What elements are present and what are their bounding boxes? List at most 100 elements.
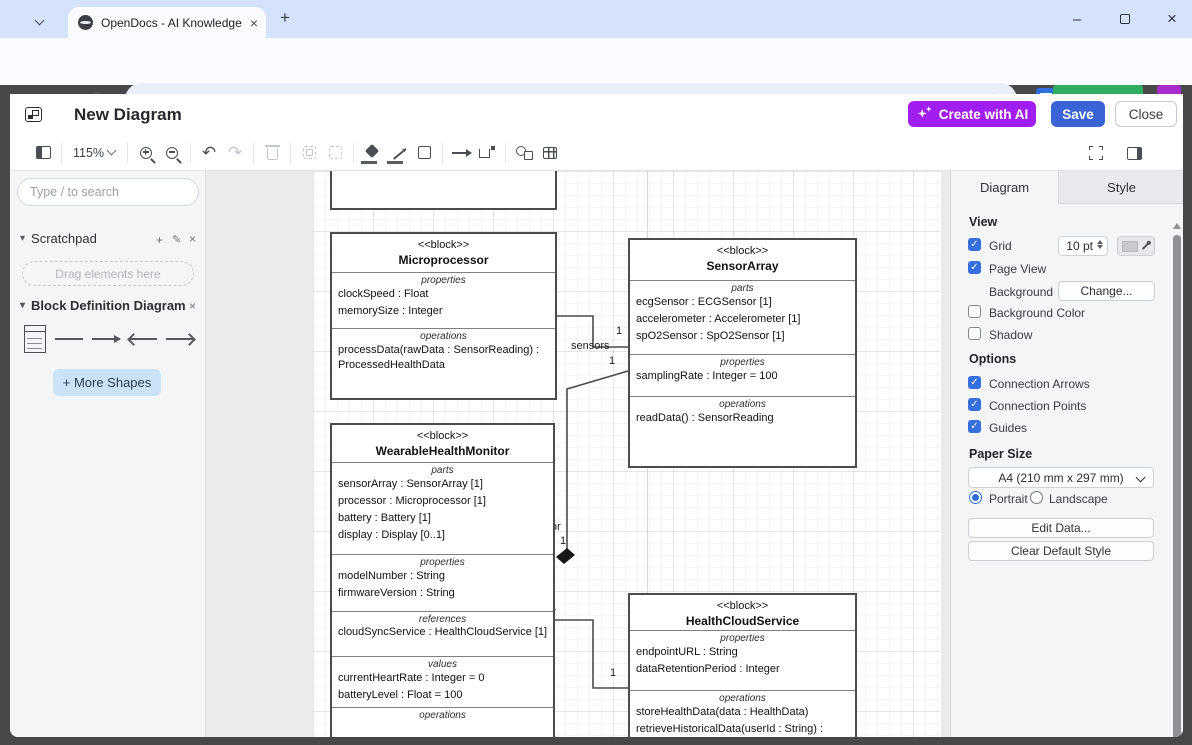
paper-size-select[interactable]: A4 (210 mm x 297 mm) [968,467,1154,488]
scratchpad-edit-icon[interactable]: ✎ [172,233,181,246]
edit-data-button[interactable]: Edit Data... [968,518,1154,538]
part-line: sensorArray : SensorArray [1] [332,476,553,493]
fullscreen-icon[interactable] [1083,141,1109,165]
page-view-checkbox[interactable]: ✓ [968,261,981,274]
block-stereotype: <<block>> [630,245,855,257]
block-shape-icon[interactable] [24,325,46,353]
fill-color-icon[interactable] [359,141,385,165]
block-wearablehealthmonitor[interactable]: <<block>> WearableHealthMonitor parts se… [330,423,555,737]
value-line: batteryLevel : Float = 100 [332,687,553,704]
grid-checkbox[interactable]: ✓ [968,238,981,251]
page-title: New Diagram [74,105,182,125]
collapse-caret-icon[interactable]: ▾ [20,233,25,244]
scratchpad-add-icon[interactable]: + [156,233,163,247]
portrait-label: Portrait [989,492,1028,506]
palette-header[interactable]: ▾ Block Definition Diagram [20,298,186,313]
section-header: values [332,659,553,670]
block-name: HealthCloudService [630,614,855,628]
tab-search-icon[interactable] [36,11,43,29]
grid-color-button[interactable] [1117,236,1155,256]
connection-arrows-checkbox[interactable]: ✓ [968,376,981,389]
window-maximize-button[interactable] [1110,0,1140,38]
section-header: parts [630,283,855,294]
tab-close-icon[interactable]: × [250,15,258,31]
toggle-sidebar-icon[interactable] [30,141,56,165]
browser-tab[interactable]: OpenDocs - AI Knowledge Base × [68,7,266,38]
create-with-ai-button[interactable]: Create with AI [908,101,1036,127]
landscape-radio[interactable] [1030,491,1043,504]
elbow-connector-icon[interactable] [474,141,500,165]
scratchpad-dropzone[interactable]: Drag elements here [22,261,194,286]
background-change-button[interactable]: Change... [1058,281,1155,301]
new-tab-button[interactable]: + [280,8,290,28]
toggle-right-panel-icon[interactable] [1121,141,1147,165]
open-arrow-right-shape[interactable] [166,338,194,340]
connector-monitor-cloudservice[interactable] [555,620,628,688]
guides-checkbox[interactable]: ✓ [968,420,981,433]
close-button[interactable]: Close [1115,101,1177,127]
block-name: WearableHealthMonitor [332,444,553,458]
panel-scrollbar[interactable] [1173,221,1181,733]
window-minimize-button[interactable]: – [1062,0,1092,38]
section-header: operations [630,399,855,410]
more-shapes-button[interactable]: + More Shapes [53,369,161,396]
table-icon[interactable] [537,141,563,165]
sparkles-icon [916,106,932,122]
delete-icon[interactable] [259,141,285,165]
shadow-checkbox[interactable] [968,327,981,340]
browser-toolbar: ← → ↻ ai-toolbox.visual-paradigm.com/app… [0,38,1192,85]
shadow-label: Shadow [989,328,1032,342]
toolbar-right-group [1083,135,1147,171]
tab-favicon-icon [78,15,93,30]
scratchpad-close-icon[interactable]: × [189,232,196,246]
portrait-radio[interactable] [969,491,982,504]
zoom-level-dropdown[interactable]: 115% [73,146,104,160]
connector-monitor-sensorarray[interactable] [567,371,628,550]
block-healthcloudservice[interactable]: <<block>> HealthCloudService properties … [628,593,857,737]
diagram-canvas[interactable]: 1 1 sensors 1 monitor 1 1 1 <<block>> Mi… [206,171,950,737]
multiplicity-label: 1 [616,325,622,337]
straight-connector-icon[interactable] [448,141,474,165]
block-partial-top[interactable] [330,171,557,210]
shapes-icon[interactable] [511,141,537,165]
open-arrow-left-shape[interactable] [129,338,157,340]
operation-line: storeHealthData(data : HealthData) [630,704,855,721]
tab-diagram[interactable]: Diagram [951,171,1059,204]
block-stereotype: <<block>> [332,239,555,251]
zoom-out-icon[interactable] [159,141,185,165]
browser-tabstrip: OpenDocs - AI Knowledge Base × + – × [0,0,1192,38]
block-sensorarray[interactable]: <<block>> SensorArray parts ecgSensor : … [628,238,857,468]
select-chevron-icon [1136,473,1146,483]
section-header: operations [332,331,555,342]
scratchpad-header[interactable]: ▾ Scratchpad [20,231,97,246]
redo-icon[interactable]: ↷ [222,141,248,165]
window-close-button[interactable]: × [1157,0,1187,38]
tab-style[interactable]: Style [1059,171,1183,204]
save-button[interactable]: Save [1051,101,1105,127]
page-view-label: Page View [989,262,1046,276]
copy-icon[interactable] [296,141,322,165]
part-line: ecgSensor : ECGSensor [1] [630,294,855,311]
undo-icon[interactable]: ↶ [196,141,222,165]
connector-line-shape[interactable] [55,338,83,340]
collapse-caret-icon[interactable]: ▾ [20,300,25,311]
zoom-chevron-icon[interactable] [107,146,117,156]
line-color-icon[interactable] [385,141,411,165]
association-arrow-shape[interactable] [92,338,120,340]
scrollbar-thumb[interactable] [1173,235,1181,737]
marquee-select-icon[interactable] [322,141,348,165]
clear-default-style-button[interactable]: Clear Default Style [968,541,1154,561]
section-header: operations [332,710,553,721]
copy-style-icon[interactable] [411,141,437,165]
shape-sidebar: ▾ Scratchpad + ✎ × Drag elements here ▾ … [10,171,206,737]
grid-size-stepper[interactable] [1097,240,1103,249]
connection-points-checkbox[interactable]: ✓ [968,398,981,411]
scrollbar-up-arrow[interactable] [1173,223,1181,229]
block-microprocessor[interactable]: <<block>> Microprocessor properties cloc… [330,232,557,400]
section-header: references [332,614,553,625]
app-header: New Diagram Create with AI Save Close [10,94,1183,135]
background-color-checkbox[interactable] [968,305,981,318]
search-input[interactable] [17,178,199,206]
zoom-in-icon[interactable] [133,141,159,165]
palette-close-icon[interactable]: × [189,299,196,313]
